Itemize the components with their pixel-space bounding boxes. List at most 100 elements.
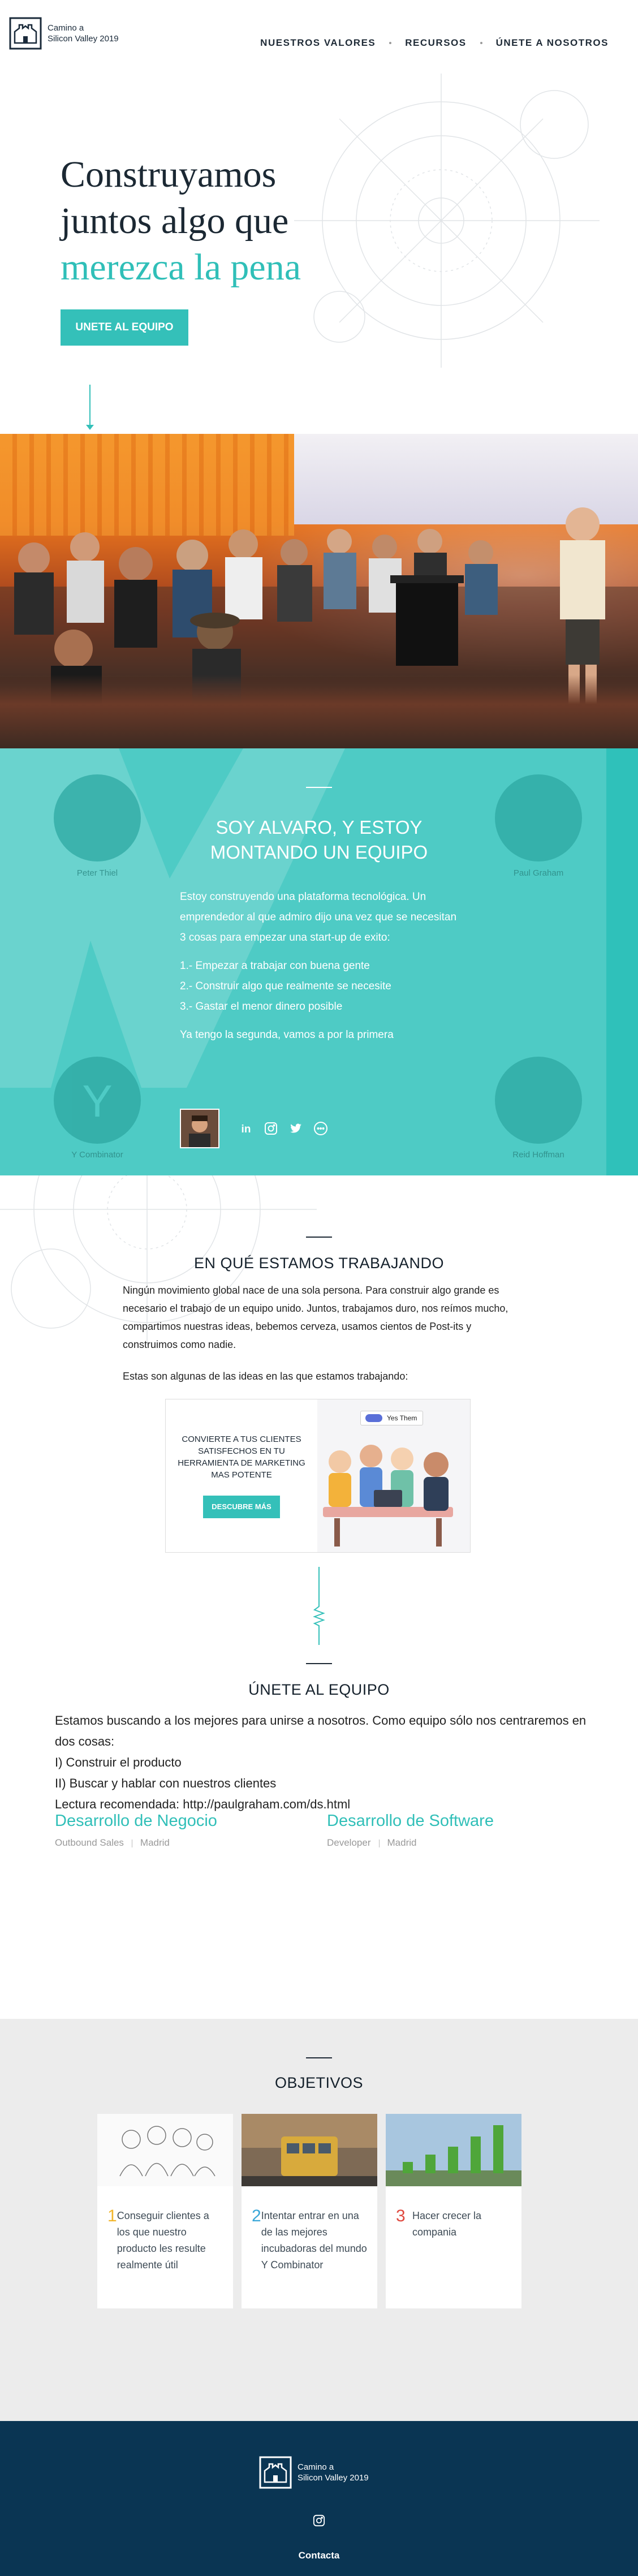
site-header: Camino a Silicon Valley 2019 NUESTROS VA… xyxy=(0,0,638,85)
svg-text:Y: Y xyxy=(82,1076,112,1126)
working-paragraph: Ningún movimiento global nace de una sol… xyxy=(123,1285,508,1350)
brand-line2: Silicon Valley 2019 xyxy=(48,34,119,44)
job-location: Madrid xyxy=(140,1837,170,1848)
hero-title: Construyamos juntos algo que merezca la … xyxy=(61,152,301,291)
objective-number: 2 xyxy=(252,2207,261,2225)
objective-text: Intentar entrar en una de las mejores in… xyxy=(261,2210,367,2271)
job-title-link[interactable]: Desarrollo de Negocio xyxy=(55,1812,217,1830)
zigzag-divider-icon xyxy=(313,1567,325,1645)
nav-separator xyxy=(480,42,482,44)
main-nav: NUESTROS VALORES RECURSOS ÚNETE A NOSOTR… xyxy=(260,37,609,49)
hero-title-accent: merezca la pena xyxy=(61,247,301,288)
objective-body: 1 Conseguir clientes a los que nuestro p… xyxy=(97,2186,233,2273)
contact-link[interactable]: Contacta xyxy=(0,2550,638,2561)
background-avatar-label: Paul Graham xyxy=(513,868,564,878)
section-divider xyxy=(306,1237,332,1238)
people-sketch-image xyxy=(97,2114,233,2186)
job-area: Developer xyxy=(327,1837,371,1848)
founder-section: Peter Thiel Paul Graham Y Y Combinator R… xyxy=(0,748,638,1175)
objective-number: 3 xyxy=(396,2207,406,2225)
objective-card: 1 Conseguir clientes a los que nuestro p… xyxy=(97,2114,233,2308)
background-avatar-left-top xyxy=(54,774,141,861)
objective-text: Hacer crecer la compania xyxy=(412,2210,482,2238)
join-line: Estamos buscando a los mejores para unir… xyxy=(55,1713,587,1748)
objective-body: 2 Intentar entrar en una de las mejores … xyxy=(242,2186,377,2273)
promo-badge-label: Yes Them xyxy=(387,1414,417,1422)
objectives-cards: 1 Conseguir clientes a los que nuestro p… xyxy=(97,2114,530,2308)
discover-more-button[interactable]: DESCUBRE MÁS xyxy=(203,1496,280,1518)
brand-logo[interactable]: Camino a Silicon Valley 2019 xyxy=(9,17,119,50)
objectives-title: OBJETIVOS xyxy=(274,2074,364,2091)
join-section: ÚNETE AL EQUIPO Estamos buscando a los m… xyxy=(0,1645,638,2019)
product-promo-card: CONVIERTE A TUS CLIENTES SATISFECHOS EN … xyxy=(165,1399,471,1553)
instagram-icon[interactable] xyxy=(262,1120,279,1137)
brand-line1: Camino a xyxy=(48,23,84,33)
photo-floor xyxy=(0,675,638,748)
castle-logo-icon xyxy=(9,17,42,50)
nav-separator xyxy=(389,42,392,44)
team-event-photo xyxy=(0,434,638,748)
scroll-down-arrow-icon xyxy=(86,385,94,430)
objectives-section: OBJETIVOS 1 Conseguir clientes a los que… xyxy=(0,2019,638,2421)
promo-text: CONVIERTE A TUS CLIENTES SATISFECHOS EN … xyxy=(178,1435,305,1480)
join-line: II) Buscar y hablar con nuestros cliente… xyxy=(55,1776,277,1790)
founder-title-line1: SOY ALVARO, Y ESTOY xyxy=(215,817,423,838)
nav-unete[interactable]: ÚNETE A NOSOTROS xyxy=(496,37,609,49)
medium-icon[interactable] xyxy=(312,1120,329,1137)
working-section: EN QUÉ ESTAMOS TRABAJANDO Ningún movimie… xyxy=(0,1175,638,1645)
nav-recursos[interactable]: RECURSOS xyxy=(405,37,466,49)
job-location: Madrid xyxy=(387,1837,417,1848)
working-text: Ningún movimiento global nace de una sol… xyxy=(123,1281,516,1399)
job-title-link[interactable]: Desarrollo de Software xyxy=(327,1812,494,1830)
background-avatar-right-bottom xyxy=(495,1057,582,1144)
job-meta: Outbound Sales Madrid xyxy=(55,1837,217,1849)
brand-line1: Camino a xyxy=(298,2462,334,2472)
background-avatar-label: Y Combinator xyxy=(71,1150,123,1160)
job-meta: Developer Madrid xyxy=(327,1837,494,1849)
list-item: 1.- Empezar a trabajar con buena gente xyxy=(180,960,370,972)
promo-illustration: Yes Them xyxy=(317,1399,470,1552)
avatar xyxy=(180,1109,219,1148)
section-divider xyxy=(306,787,332,788)
founder-title: SOY ALVARO, Y ESTOY MONTANDO UN EQUIPO xyxy=(181,815,457,865)
join-line: I) Construir el producto xyxy=(55,1755,182,1769)
objective-text: Conseguir clientes a los que nuestro pro… xyxy=(117,2210,209,2271)
objective-card: 3 Hacer crecer la compania xyxy=(386,2114,521,2308)
list-item: 3.- Gastar el menor dinero posible xyxy=(180,1001,343,1013)
site-footer: Camino a Silicon Valley 2019 Contacta xyxy=(0,2421,638,2576)
founder-social: in xyxy=(180,1109,337,1148)
brand-name: Camino a Silicon Valley 2019 xyxy=(48,23,119,44)
working-title: EN QUÉ ESTAMOS TRABAJANDO xyxy=(193,1255,445,1272)
linkedin-icon[interactable]: in xyxy=(238,1120,255,1137)
growth-bars-image xyxy=(386,2114,521,2186)
footer-logo[interactable]: Camino a Silicon Valley 2019 xyxy=(259,2456,369,2489)
list-item: 2.- Construir algo que realmente se nece… xyxy=(180,980,391,992)
objective-body: 3 Hacer crecer la compania xyxy=(386,2186,521,2241)
svg-text:in: in xyxy=(242,1123,251,1135)
background-avatar-label: Peter Thiel xyxy=(76,868,118,878)
instagram-icon[interactable] xyxy=(313,2514,325,2527)
background-avatar-left-bottom: Y xyxy=(54,1057,141,1144)
twitter-icon[interactable] xyxy=(287,1120,304,1137)
job-listing: Desarrollo de Software Developer Madrid xyxy=(327,1812,494,1849)
founder-title-line2: MONTANDO UN EQUIPO xyxy=(210,842,428,863)
working-ideas-intro: Estas son algunas de las ideas en las qu… xyxy=(123,1371,408,1382)
objective-card: 2 Intentar entrar en una de las mejores … xyxy=(242,2114,377,2308)
background-avatar-label: Reid Hoffman xyxy=(512,1150,564,1160)
promo-content: CONVIERTE A TUS CLIENTES SATISFECHOS EN … xyxy=(166,1399,317,1552)
hero-title-line1: Construyamos xyxy=(61,154,277,195)
nav-valores[interactable]: NUESTROS VALORES xyxy=(260,37,376,49)
founder-text: Estoy construyendo una plataforma tecnol… xyxy=(180,887,463,1053)
startup-principles-list: 1.- Empezar a trabajar con buena gente 2… xyxy=(180,956,463,1017)
job-listing: Desarrollo de Negocio Outbound Sales Madr… xyxy=(55,1812,217,1849)
join-text: Estamos buscando a los mejores para unir… xyxy=(55,1710,587,1815)
tram-photo-image xyxy=(242,2114,377,2186)
background-avatar-right-top xyxy=(495,774,582,861)
join-team-button[interactable]: UNETE AL EQUIPO xyxy=(61,309,188,346)
founder-intro: Estoy construyendo una plataforma tecnol… xyxy=(180,891,457,944)
footer-brand-name: Camino a Silicon Valley 2019 xyxy=(298,2462,369,2483)
brand-line2: Silicon Valley 2019 xyxy=(298,2473,369,2483)
toggle-icon xyxy=(365,1414,382,1422)
founder-closing: Ya tengo la segunda, vamos a por la prim… xyxy=(180,1029,394,1041)
meta-separator xyxy=(378,1839,380,1847)
